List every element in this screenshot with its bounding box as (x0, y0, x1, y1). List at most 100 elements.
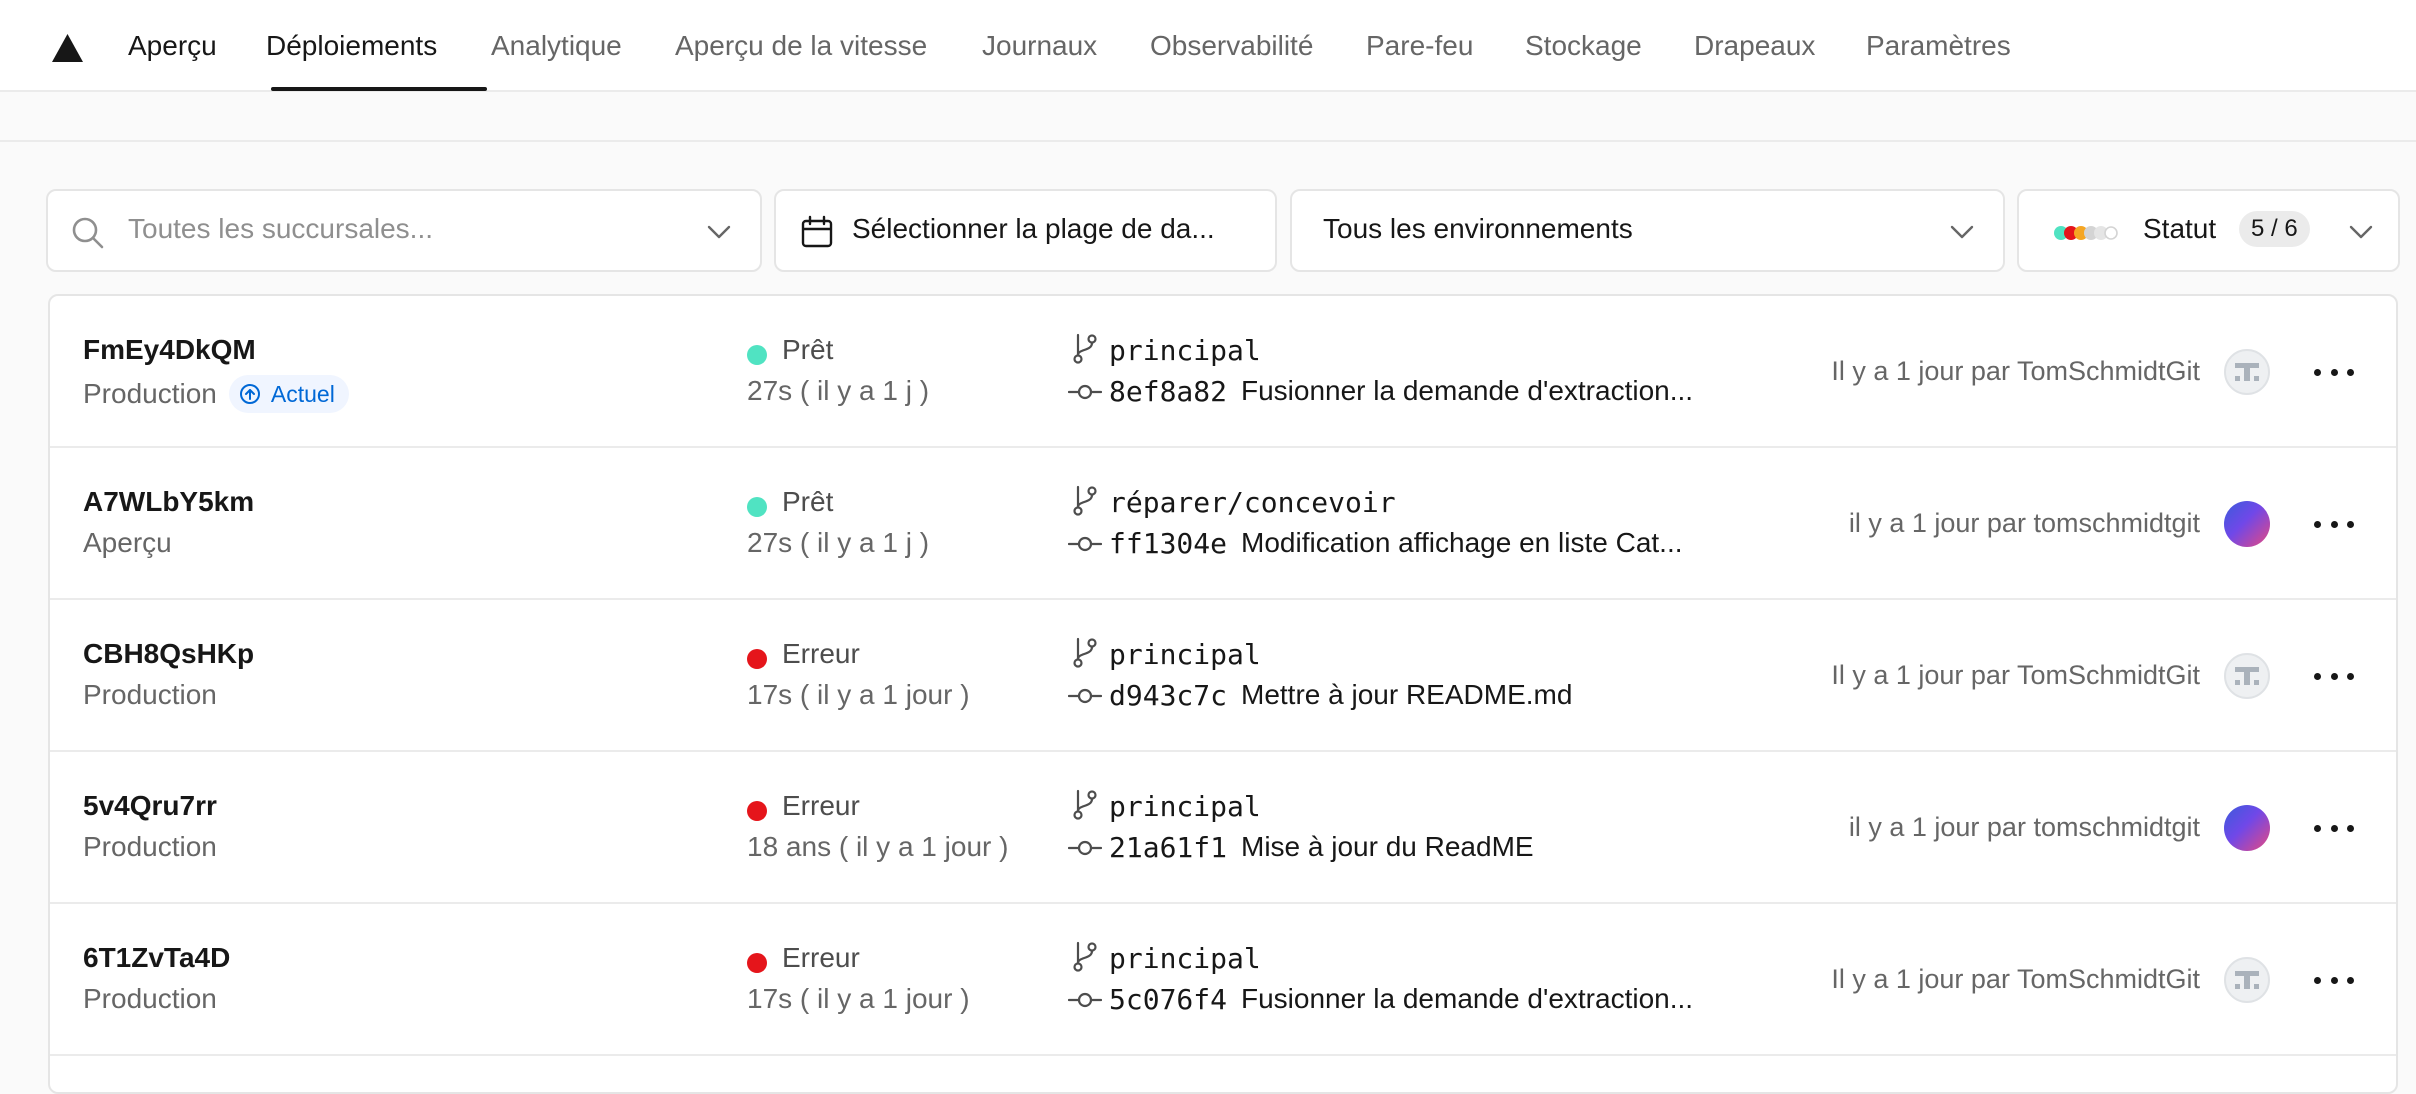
dot-icon (2347, 520, 2354, 528)
deployment-row[interactable]: 6T1ZvTa4D Production Erreur 17s ( il y a… (50, 904, 2396, 1056)
tab-apercu-vitesse[interactable]: Aperçu de la vitesse (675, 26, 927, 66)
avatar-gradient[interactable] (2224, 805, 2270, 851)
commit-hash[interactable]: d943c7c (1109, 679, 1227, 712)
dot-icon (2347, 368, 2354, 376)
commit-hash[interactable]: 21a61f1 (1109, 831, 1227, 864)
dot-icon (2347, 824, 2354, 832)
deployment-environment: Production Actuel (83, 375, 349, 413)
date-range-label: Sélectionner la plage de da... (852, 213, 1215, 244)
dot-icon (2330, 368, 2338, 376)
tab-parametres[interactable]: Paramètres (1866, 26, 2011, 66)
git-commit-icon (1068, 536, 1102, 552)
more-options-button[interactable] (2314, 356, 2354, 388)
tab-observabilite[interactable]: Observabilité (1150, 26, 1313, 66)
more-options-button[interactable] (2314, 660, 2354, 692)
active-tab-indicator (271, 87, 487, 91)
status-dot (747, 953, 767, 973)
environment-label: Production (83, 679, 217, 710)
branch-name[interactable]: réparer/concevoir (1109, 486, 1396, 519)
commit-message[interactable]: Modification affichage en liste Cat... (1241, 527, 1683, 559)
deployment-id[interactable]: 6T1ZvTa4D (83, 942, 230, 974)
deployment-row[interactable]: 5v4Qru7rr Production Erreur 18 ans ( il … (50, 752, 2396, 904)
commit-hash[interactable]: 5c076f4 (1109, 983, 1227, 1016)
deployment-byline: il y a 1 jour par tomschmidtgit (1848, 812, 2200, 842)
environment-filter-label: Tous les environnements (1323, 213, 1633, 244)
letter-t-icon (2235, 363, 2259, 381)
tab-deploiements[interactable]: Déploiements (266, 26, 437, 66)
commit-message[interactable]: Mise à jour du ReadME (1241, 831, 1534, 863)
environment-label: Aperçu (83, 527, 172, 558)
git-commit-icon (1068, 688, 1102, 704)
git-commit-icon (1068, 992, 1102, 1008)
dot-icon (2314, 672, 2321, 680)
dot-icon (2330, 520, 2338, 528)
branch-name[interactable]: principal (1109, 942, 1261, 975)
environment-filter[interactable]: Tous les environnements (1290, 189, 2005, 272)
dot-icon (2314, 976, 2321, 984)
branch-name[interactable]: principal (1109, 638, 1261, 671)
deployment-row[interactable]: FmEy4DkQM Production Actuel Prêt 27s ( i… (50, 296, 2396, 448)
status-label: Prêt (782, 486, 834, 517)
deployment-id[interactable]: 5v4Qru7rr (83, 790, 217, 822)
sub-header-bar (0, 92, 2416, 142)
more-options-button[interactable] (2314, 812, 2354, 844)
dot-icon (2314, 824, 2321, 832)
status-count-badge: 5 / 6 (2239, 211, 2310, 247)
chevron-down-icon (2349, 225, 2373, 239)
deployment-row[interactable]: A7WLbY5km Aperçu Prêt 27s ( il y a 1 j )… (50, 448, 2396, 600)
calendar-icon (801, 215, 833, 248)
deployment-byline: Il y a 1 jour par TomSchmidtGit (1831, 964, 2200, 994)
status-filter[interactable]: Statut 5 / 6 (2017, 189, 2400, 272)
tab-journaux[interactable]: Journaux (982, 26, 1097, 66)
status-dot (747, 497, 767, 517)
commit-hash[interactable]: ff1304e (1109, 527, 1227, 560)
deployment-byline: Il y a 1 jour par TomSchmidtGit (1831, 660, 2200, 690)
dot-icon (2347, 976, 2354, 984)
environment-label: Production (83, 983, 217, 1014)
deployment-byline: il y a 1 jour par tomschmidtgit (1848, 508, 2200, 538)
chevron-down-icon (707, 225, 731, 239)
date-range-filter[interactable]: Sélectionner la plage de da... (774, 189, 1277, 272)
branch-name[interactable]: principal (1109, 334, 1261, 367)
deployments-list: FmEy4DkQM Production Actuel Prêt 27s ( i… (48, 294, 2398, 1094)
avatar-t-icon[interactable] (2224, 349, 2270, 395)
status-label: Erreur (782, 790, 860, 821)
tab-analytique[interactable]: Analytique (491, 26, 622, 66)
top-navigation: Aperçu Déploiements Analytique Aperçu de… (0, 0, 2416, 92)
commit-message[interactable]: Fusionner la demande d'extraction... (1241, 375, 1693, 407)
avatar-t-icon[interactable] (2224, 957, 2270, 1003)
tab-stockage[interactable]: Stockage (1525, 26, 1642, 66)
git-commit-icon (1068, 840, 1102, 856)
commit-message[interactable]: Fusionner la demande d'extraction... (1241, 983, 1693, 1015)
current-badge: Actuel (228, 375, 349, 413)
tab-apercu[interactable]: Aperçu (128, 26, 217, 66)
status-duration: 18 ans ( il y a 1 jour ) (747, 831, 1009, 862)
commit-hash[interactable]: 8ef8a82 (1109, 375, 1227, 408)
git-branch-icon (1073, 333, 1097, 364)
deployment-environment: Production (83, 831, 217, 863)
deployment-id[interactable]: A7WLbY5km (83, 486, 254, 518)
commit-message[interactable]: Mettre à jour README.md (1241, 679, 1572, 711)
branch-name[interactable]: principal (1109, 790, 1261, 823)
more-options-button[interactable] (2314, 508, 2354, 540)
dot-icon (2314, 520, 2321, 528)
deployment-row[interactable]: CBH8QsHKp Production Erreur 17s ( il y a… (50, 600, 2396, 752)
avatar-t-icon[interactable] (2224, 653, 2270, 699)
git-branch-icon (1073, 789, 1097, 820)
status-filter-label: Statut (2143, 213, 2217, 244)
status-duration: 27s ( il y a 1 j ) (747, 375, 930, 406)
vercel-logo-icon[interactable] (52, 34, 83, 62)
tab-pare-feu[interactable]: Pare-feu (1366, 26, 1473, 66)
dot-icon (2330, 824, 2338, 832)
deployment-id[interactable]: CBH8QsHKp (83, 638, 254, 670)
status-label: Erreur (782, 942, 860, 973)
avatar-gradient[interactable] (2224, 501, 2270, 547)
deployment-id[interactable]: FmEy4DkQM (83, 334, 256, 366)
deployment-environment: Production (83, 983, 217, 1015)
tab-drapeaux[interactable]: Drapeaux (1694, 26, 1815, 66)
dot-icon (2314, 368, 2321, 376)
status-duration: 17s ( il y a 1 jour ) (747, 983, 970, 1014)
more-options-button[interactable] (2314, 964, 2354, 996)
letter-t-icon (2235, 971, 2259, 989)
branch-filter[interactable]: Toutes les succursales... (46, 189, 762, 272)
